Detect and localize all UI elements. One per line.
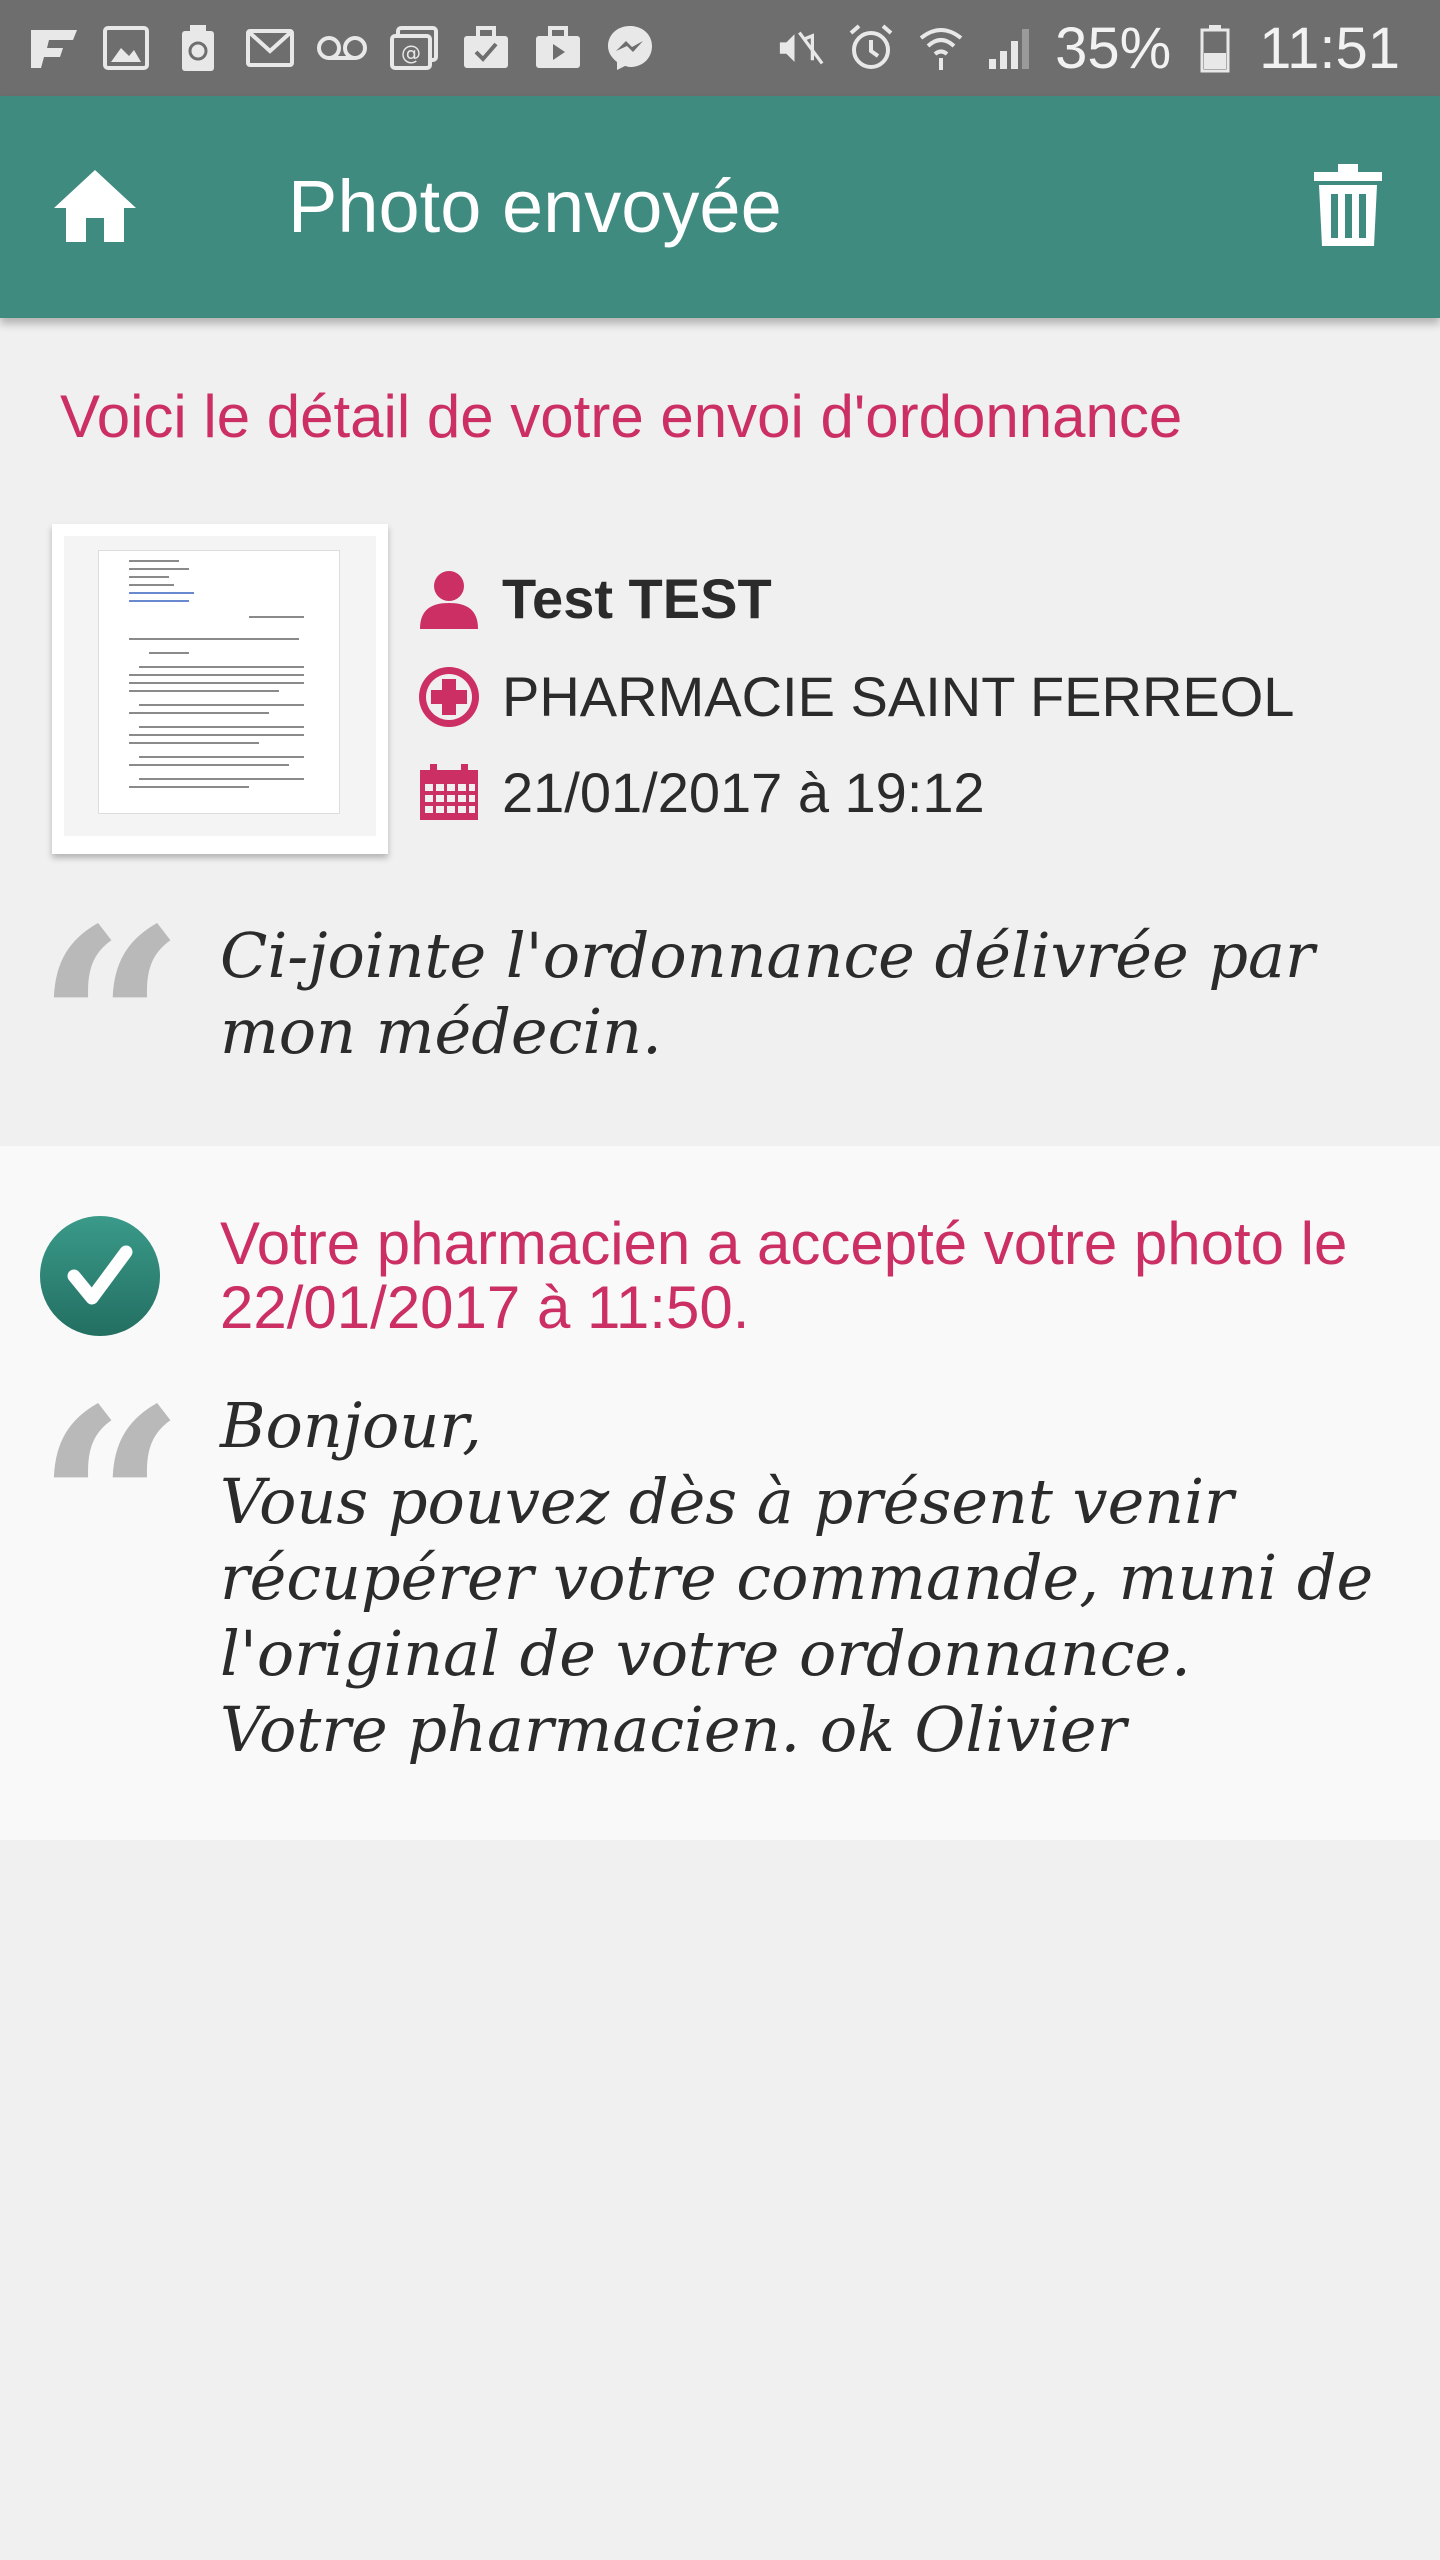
medical-cross-icon	[418, 666, 480, 728]
pharmacy-name: PHARMACIE SAINT FERREOL	[502, 665, 1295, 728]
home-button[interactable]	[50, 166, 140, 246]
recycle-icon	[172, 22, 224, 74]
detail-intro: Voici le détail de votre envoi d'ordonna…	[60, 383, 1183, 450]
gmail-icon	[244, 22, 296, 74]
pharmacist-response-section: Votre pharmacien a accepté votre photo l…	[0, 1146, 1440, 1840]
notification-icons: @	[28, 22, 656, 74]
image-icon	[100, 22, 152, 74]
quote-icon: “	[36, 1353, 186, 1658]
sent-date: 21/01/2017 à 19:12	[502, 761, 985, 824]
messenger-icon	[604, 22, 656, 74]
system-icons: 35% 11:51	[775, 0, 1400, 96]
check-circle-icon	[38, 1214, 162, 1338]
briefcase-play-icon	[532, 22, 584, 74]
app-bar: Photo envoyée	[0, 96, 1440, 318]
alarm-icon	[845, 22, 897, 74]
person-icon	[418, 568, 480, 630]
battery-icon	[1189, 22, 1241, 74]
patient-row: Test TEST	[418, 566, 772, 631]
trash-icon	[1314, 164, 1382, 246]
briefcase-check-icon	[460, 22, 512, 74]
flipboard-icon	[28, 22, 80, 74]
patient-name: Test TEST	[502, 567, 772, 630]
svg-text:@: @	[401, 41, 421, 65]
sent-detail-section: Voici le détail de votre envoi d'ordonna…	[0, 318, 1440, 1156]
voicemail-icon	[316, 22, 368, 74]
date-row: 21/01/2017 à 19:12	[418, 760, 985, 825]
status-bar: @ 35% 11:51	[0, 0, 1440, 96]
email-icon: @	[388, 22, 440, 74]
thumbnail-frame	[64, 536, 376, 836]
mute-icon	[775, 22, 827, 74]
delete-button[interactable]	[1312, 162, 1384, 248]
signal-icon	[985, 22, 1037, 74]
patient-message: Ci-jointe l'ordonnance délivrée par mon …	[220, 919, 1315, 1068]
prescription-thumbnail[interactable]	[52, 524, 388, 854]
pharmacy-row: PHARMACIE SAINT FERREOL	[418, 664, 1294, 729]
battery-percent: 35%	[1055, 15, 1172, 81]
calendar-icon	[418, 762, 480, 824]
prescription-page-image	[98, 550, 340, 814]
clock: 11:51	[1259, 15, 1400, 81]
acceptance-status: Votre pharmacien a accepté votre photo l…	[220, 1210, 1348, 1341]
pharmacist-message: Bonjour, Vous pouvez dès à présent venir…	[220, 1389, 1374, 1766]
quote-icon: “	[36, 873, 186, 1178]
page-title: Photo envoyée	[288, 165, 782, 248]
wifi-icon	[915, 22, 967, 74]
home-icon	[54, 170, 136, 242]
